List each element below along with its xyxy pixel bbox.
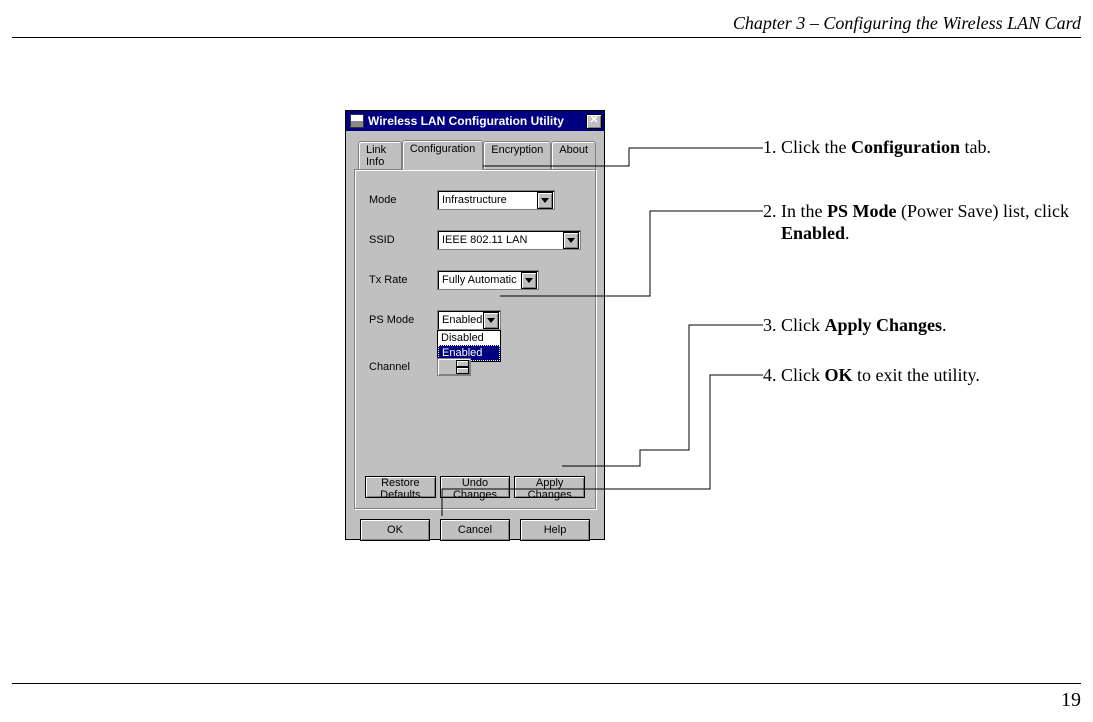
psmode-select[interactable]: Enabled bbox=[437, 310, 501, 330]
undo-changes-button[interactable]: Undo Changes bbox=[440, 476, 511, 498]
page-header: Chapter 3 – Configuring the Wireless LAN… bbox=[733, 13, 1081, 34]
annotation-step-3: 3. Click Apply Changes. bbox=[763, 314, 947, 336]
footer-rule bbox=[12, 683, 1081, 684]
chevron-down-icon[interactable] bbox=[483, 312, 499, 329]
help-button[interactable]: Help bbox=[520, 519, 590, 541]
annotation-step-2: 2. In the PS Mode (Power Save) list, cli… bbox=[763, 200, 1093, 244]
chevron-down-icon[interactable] bbox=[521, 272, 537, 289]
txrate-value: Fully Automatic bbox=[442, 274, 517, 286]
apply-changes-button[interactable]: Apply Changes bbox=[514, 476, 585, 498]
tab-link-info[interactable]: Link Info bbox=[358, 141, 402, 171]
annotation-step-4: 4. Click OK to exit the utility. bbox=[763, 364, 980, 386]
txrate-label: Tx Rate bbox=[369, 274, 427, 286]
tabstrip: Link Info Configuration Encryption About bbox=[358, 139, 596, 169]
tab-about[interactable]: About bbox=[551, 141, 596, 171]
mode-value: Infrastructure bbox=[442, 194, 507, 206]
tab-encryption[interactable]: Encryption bbox=[483, 141, 551, 171]
psmode-value: Enabled bbox=[442, 314, 482, 326]
restore-defaults-button[interactable]: Restore Defaults bbox=[365, 476, 436, 498]
close-button[interactable]: ✕ bbox=[586, 114, 602, 129]
cancel-button[interactable]: Cancel bbox=[440, 519, 510, 541]
chevron-down-icon[interactable] bbox=[537, 192, 553, 209]
ssid-select[interactable]: IEEE 802.11 LAN bbox=[437, 230, 581, 250]
tab-panel-configuration: Mode Infrastructure SSID IEEE 802.11 LAN… bbox=[354, 169, 596, 509]
ok-button[interactable]: OK bbox=[360, 519, 430, 541]
header-rule bbox=[12, 37, 1081, 38]
mode-label: Mode bbox=[369, 194, 427, 206]
annotation-step-1: 1. Click the Configuration tab. bbox=[763, 136, 991, 158]
channel-label: Channel bbox=[369, 361, 427, 373]
mode-select[interactable]: Infrastructure bbox=[437, 190, 555, 210]
txrate-select[interactable]: Fully Automatic bbox=[437, 270, 539, 290]
app-icon bbox=[350, 114, 364, 128]
dialog-window: Wireless LAN Configuration Utility ✕ Lin… bbox=[345, 110, 605, 540]
titlebar: Wireless LAN Configuration Utility ✕ bbox=[346, 111, 604, 131]
psmode-option-disabled[interactable]: Disabled bbox=[438, 331, 500, 345]
psmode-label: PS Mode bbox=[369, 314, 427, 326]
page-number: 19 bbox=[1061, 689, 1081, 712]
chevron-down-icon[interactable] bbox=[563, 232, 579, 249]
channel-spinner[interactable] bbox=[437, 358, 471, 376]
tab-configuration[interactable]: Configuration bbox=[402, 140, 483, 170]
window-title: Wireless LAN Configuration Utility bbox=[368, 114, 564, 128]
ssid-value: IEEE 802.11 LAN bbox=[442, 234, 527, 246]
ssid-label: SSID bbox=[369, 234, 427, 246]
